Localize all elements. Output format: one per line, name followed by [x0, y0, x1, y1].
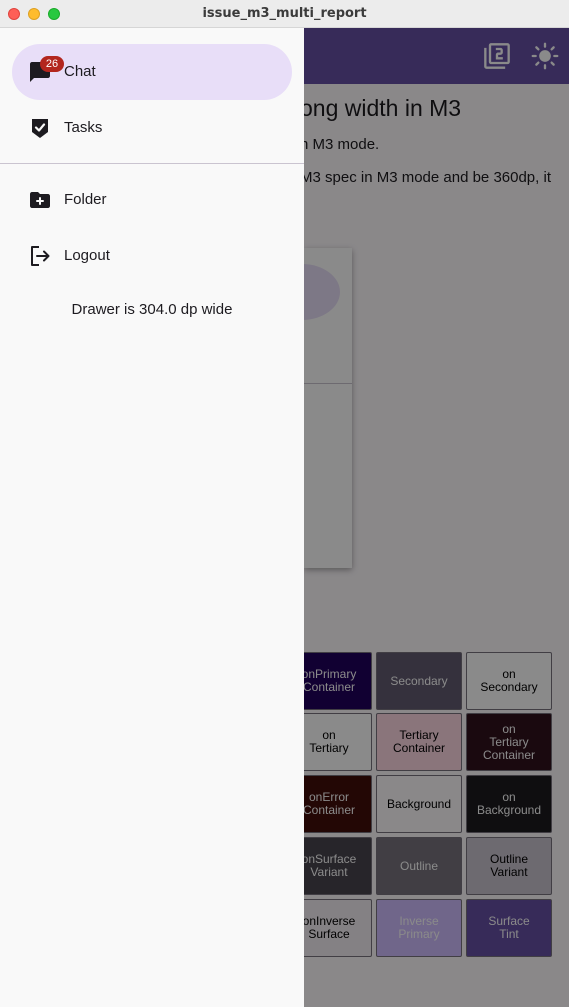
app-area: ong width in M3 n M3 mode. M3 spec in M3…	[0, 28, 569, 1007]
drawer-item-label: Tasks	[64, 119, 103, 136]
drawer-item-folder[interactable]: Folder	[12, 172, 292, 228]
drawer-width-text: Drawer is 304.0 dp wide	[71, 301, 233, 318]
drawer-item-label: Folder	[64, 191, 107, 208]
drawer-item-tasks[interactable]: Tasks	[12, 100, 292, 156]
drawer-item-logout[interactable]: Logout	[12, 228, 292, 284]
close-window-button[interactable]	[8, 8, 20, 20]
drawer-item-label: Chat	[64, 63, 96, 80]
logout-icon	[28, 244, 52, 268]
navigation-drawer: 26 Chat Tasks Folder Logout Drawer is 30…	[0, 28, 304, 1007]
minimize-window-button[interactable]	[28, 8, 40, 20]
unread-badge: 26	[40, 56, 64, 72]
maximize-window-button[interactable]	[48, 8, 60, 20]
window-titlebar: issue_m3_multi_report	[0, 0, 569, 28]
task-check-icon	[28, 116, 52, 140]
folder-add-icon	[28, 188, 52, 212]
drawer-divider	[0, 163, 304, 164]
drawer-item-chat[interactable]: 26 Chat	[12, 44, 292, 100]
window-title: issue_m3_multi_report	[202, 6, 367, 21]
window-controls	[8, 8, 60, 20]
drawer-item-label: Logout	[64, 247, 110, 264]
